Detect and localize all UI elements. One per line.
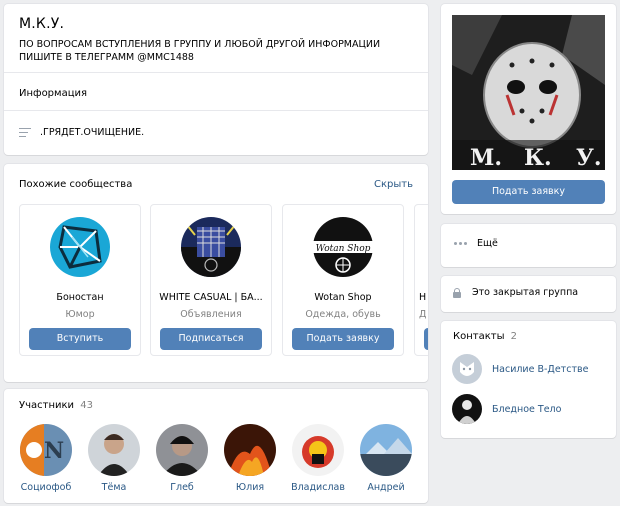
- more-dots-icon: [454, 242, 467, 245]
- community-name[interactable]: Н: [419, 292, 428, 303]
- similar-heading: Похожие сообщества: [19, 179, 133, 190]
- contacts-title[interactable]: Контакты: [453, 331, 504, 342]
- hide-link[interactable]: Скрыть: [374, 179, 413, 190]
- community-type: Юмор: [65, 309, 95, 320]
- info-heading: Информация: [19, 88, 88, 99]
- similar-card[interactable]: Боностан Юмор Вступить: [19, 204, 141, 356]
- contacts-card: Контакты 2 Насилие В-Детстве Бледное Тел…: [441, 321, 616, 438]
- closed-group-card: Это закрытая группа: [441, 276, 616, 312]
- svg-text:N: N: [44, 438, 64, 464]
- contact-name[interactable]: Насилие В-Детстве: [492, 364, 588, 375]
- apply-button[interactable]: Подать заявку: [292, 328, 394, 350]
- subscribe-button[interactable]: Подписаться: [160, 328, 262, 350]
- similar-card-partial[interactable]: Н Д: [414, 204, 428, 356]
- community-name[interactable]: WHITE CASUAL | БА...: [155, 292, 267, 303]
- member-name[interactable]: Социофоб: [16, 482, 76, 493]
- member-avatar[interactable]: N: [20, 424, 72, 476]
- divider: [4, 110, 428, 111]
- closed-group-row: Это закрытая группа: [453, 287, 578, 298]
- member[interactable]: Владислав: [288, 424, 348, 493]
- community-name[interactable]: Боностан: [24, 292, 136, 303]
- member-name[interactable]: Андрей: [356, 482, 416, 493]
- closed-group-label: Это закрытая группа: [472, 287, 579, 298]
- community-avatar[interactable]: [181, 217, 241, 277]
- lock-icon: [453, 287, 461, 298]
- members-count: 43: [80, 400, 93, 411]
- more-button[interactable]: Ещё: [454, 238, 498, 249]
- member-name[interactable]: Тёма: [84, 482, 144, 493]
- member[interactable]: Тёма: [84, 424, 144, 493]
- similar-card[interactable]: Wotan Shop Wotan Shop Одежда, обувь Пода…: [282, 204, 404, 356]
- join-button[interactable]: Вступить: [29, 328, 131, 350]
- divider: [4, 72, 428, 73]
- photo-letter: М.: [470, 145, 502, 170]
- group-photo-card: М. К. У. Подать заявку: [441, 4, 616, 214]
- group-status: ПО ВОПРОСАМ ВСТУПЛЕНИЯ В ГРУППУ И ЛЮБОЙ …: [19, 39, 381, 63]
- group-header: М.К.У. ПО ВОПРОСАМ ВСТУПЛЕНИЯ В ГРУППУ И…: [4, 4, 428, 155]
- member-avatar[interactable]: [360, 424, 412, 476]
- member-avatar[interactable]: [88, 424, 140, 476]
- members-title[interactable]: Участники: [19, 400, 74, 411]
- members-block: Участники 43 N Социофоб Тёма Глеб Юлия В…: [4, 389, 428, 503]
- member-name[interactable]: Юлия: [220, 482, 280, 493]
- contact-name[interactable]: Бледное Тело: [492, 404, 561, 415]
- community-avatar[interactable]: Wotan Shop: [313, 217, 373, 277]
- group-photo[interactable]: М. К. У.: [452, 15, 605, 170]
- group-description: .ГРЯДЕТ.ОЧИЩЕНИЕ.: [40, 127, 145, 138]
- description-lines-icon: [19, 128, 31, 138]
- similar-card[interactable]: WHITE CASUAL | БА... Объявления Подписат…: [150, 204, 272, 356]
- similar-communities: Похожие сообщества Скрыть Боностан Юмор …: [4, 164, 428, 382]
- more-actions-card[interactable]: Ещё: [441, 224, 616, 267]
- photo-letter: К.: [524, 145, 552, 170]
- contact-avatar[interactable]: [452, 354, 482, 384]
- community-type: Объявления: [180, 309, 242, 320]
- contact[interactable]: Насилие В-Детстве: [452, 354, 588, 384]
- community-type: Д: [419, 309, 427, 320]
- contacts-count: 2: [510, 331, 518, 342]
- partial-button[interactable]: [424, 328, 428, 350]
- community-name[interactable]: Wotan Shop: [287, 292, 399, 303]
- contact[interactable]: Бледное Тело: [452, 394, 561, 424]
- photo-letter: У.: [576, 145, 602, 170]
- contacts-heading[interactable]: Контакты 2: [453, 331, 517, 342]
- member[interactable]: Андрей: [356, 424, 416, 493]
- wotan-logo-text: Wotan Shop: [316, 244, 371, 254]
- community-avatar[interactable]: [50, 217, 110, 277]
- member[interactable]: Глеб: [152, 424, 212, 493]
- member-avatar[interactable]: [292, 424, 344, 476]
- member-name[interactable]: Владислав: [288, 482, 348, 493]
- group-title: М.К.У.: [19, 16, 65, 32]
- member-name[interactable]: Глеб: [152, 482, 212, 493]
- description-row: .ГРЯДЕТ.ОЧИЩЕНИЕ.: [19, 127, 144, 138]
- apply-to-group-button[interactable]: Подать заявку: [452, 180, 605, 204]
- member[interactable]: N Социофоб: [16, 424, 76, 493]
- member-avatar[interactable]: [224, 424, 276, 476]
- member[interactable]: Юлия: [220, 424, 280, 493]
- community-type: Одежда, обувь: [305, 309, 381, 320]
- members-heading[interactable]: Участники 43: [19, 400, 93, 411]
- contact-avatar[interactable]: [452, 394, 482, 424]
- member-avatar[interactable]: [156, 424, 208, 476]
- more-label[interactable]: Ещё: [477, 238, 498, 249]
